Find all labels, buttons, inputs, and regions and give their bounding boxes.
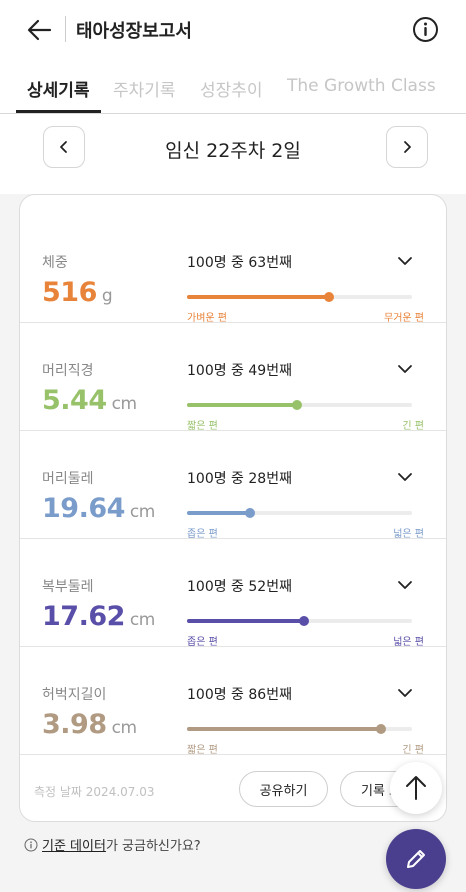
chevron-down-icon[interactable] <box>397 361 413 377</box>
tab-growth-trend[interactable]: 성장추이 <box>200 76 263 101</box>
metric-unit: cm <box>129 610 155 630</box>
metric-name: 허벅지길이 <box>42 687 107 703</box>
active-tab-indicator <box>16 110 101 113</box>
header-divider <box>65 16 66 42</box>
tab-detail-record[interactable]: 상세기록 <box>27 76 90 101</box>
percentile-track <box>187 400 412 410</box>
percentile-fill <box>187 403 298 407</box>
percentile-track <box>187 616 412 626</box>
percentile-track <box>187 724 412 734</box>
tab-bar: 상세기록 주차기록 성장추이 The Growth Class <box>0 58 466 114</box>
chevron-down-icon[interactable] <box>397 685 413 701</box>
percentile-fill <box>187 295 329 299</box>
metric-unit: cm <box>111 394 137 414</box>
measurement-card: 체중 516 g 100명 중 63번째 가벼운 편 무거운 편 머리직경 5.4… <box>19 194 447 822</box>
metric-row-abdominal-circumference[interactable]: 복부둘레 17.62 cm 100명 중 52번째 좁은 편 넓은 편 <box>20 539 446 648</box>
scale-left-label: 좁은 편 <box>187 529 218 540</box>
percentile-fill <box>187 511 250 515</box>
app-header: 태아성장보고서 <box>0 0 466 58</box>
arrow-left-icon <box>27 19 52 41</box>
metric-rank: 100명 중 63번째 <box>187 255 292 271</box>
metric-value: 5.44 cm <box>42 385 137 416</box>
metric-name: 머리직경 <box>42 363 94 379</box>
percentile-fill <box>187 619 304 623</box>
arrow-up-icon <box>406 776 426 800</box>
scale-left-label: 좁은 편 <box>187 637 218 648</box>
measurement-date: 측정 날짜 2024.07.03 <box>34 785 155 799</box>
metric-value: 17.62 cm <box>42 601 155 632</box>
percentile-marker <box>375 724 386 734</box>
metric-name: 복부둘레 <box>42 579 94 595</box>
percentile-marker <box>245 508 255 518</box>
metric-rank: 100명 중 28번째 <box>187 471 292 487</box>
chevron-down-icon[interactable] <box>397 469 413 485</box>
scale-right-label: 무거운 편 <box>384 313 424 324</box>
scroll-top-button[interactable] <box>390 762 442 814</box>
metric-row-head-diameter[interactable]: 머리직경 5.44 cm 100명 중 49번째 짧은 편 긴 편 <box>20 323 446 432</box>
scale-left-label: 가벼운 편 <box>187 313 227 324</box>
metric-name: 체중 <box>42 255 68 271</box>
metric-unit: cm <box>111 718 137 738</box>
metric-unit: g <box>101 286 113 306</box>
help-text: 기준 데이터 가 궁금하신가요? <box>24 835 201 854</box>
metric-rank: 100명 중 52번째 <box>187 579 292 595</box>
percentile-marker <box>299 616 309 626</box>
page-title: 태아성장보고서 <box>76 21 192 42</box>
card-footer: 측정 날짜 2024.07.03 공유하기 기록 보 <box>20 740 446 820</box>
tab-growth-class[interactable]: The Growth Class <box>287 76 436 96</box>
scale-right-label: 긴 편 <box>402 421 424 432</box>
info-button[interactable] <box>412 16 439 43</box>
scale-right-label: 넓은 편 <box>393 529 424 540</box>
next-week-button[interactable] <box>386 126 428 168</box>
info-icon <box>413 17 438 42</box>
week-navigator: 임신 22주차 2일 <box>0 114 466 194</box>
percentile-track <box>187 508 412 518</box>
reference-data-link[interactable]: 기준 데이터 <box>42 835 106 854</box>
tab-weekly-record[interactable]: 주차기록 <box>113 76 176 101</box>
metric-unit: cm <box>129 502 155 522</box>
share-button[interactable]: 공유하기 <box>239 771 328 807</box>
percentile-marker <box>292 400 303 410</box>
percentile-fill <box>187 727 381 731</box>
pencil-icon <box>407 850 425 868</box>
scale-right-label: 넓은 편 <box>393 637 424 648</box>
metric-value: 516 g <box>42 277 113 308</box>
metric-row-weight[interactable]: 체중 516 g 100명 중 63번째 가벼운 편 무거운 편 <box>20 215 446 324</box>
percentile-marker <box>323 292 334 302</box>
metric-value: 19.64 cm <box>42 493 155 524</box>
info-small-icon <box>24 838 38 851</box>
chevron-down-icon[interactable] <box>397 253 413 269</box>
metric-rank: 100명 중 49번째 <box>187 363 292 379</box>
metric-rank: 100명 중 86번째 <box>187 687 292 703</box>
chevron-right-icon <box>404 141 411 153</box>
metric-name: 머리둘레 <box>42 471 94 487</box>
metric-value: 3.98 cm <box>42 709 137 740</box>
metric-row-femur-length[interactable]: 허벅지길이 3.98 cm 100명 중 86번째 짧은 편 긴 편 <box>20 647 446 756</box>
scale-left-label: 짧은 편 <box>187 421 218 432</box>
chevron-down-icon[interactable] <box>397 577 413 593</box>
percentile-track <box>187 292 412 302</box>
back-button[interactable] <box>24 14 56 46</box>
help-rest-text: 가 궁금하신가요? <box>105 839 201 854</box>
metric-row-head-circumference[interactable]: 머리둘레 19.64 cm 100명 중 28번째 좁은 편 넓은 편 <box>20 431 446 540</box>
edit-fab-button[interactable] <box>386 829 446 889</box>
